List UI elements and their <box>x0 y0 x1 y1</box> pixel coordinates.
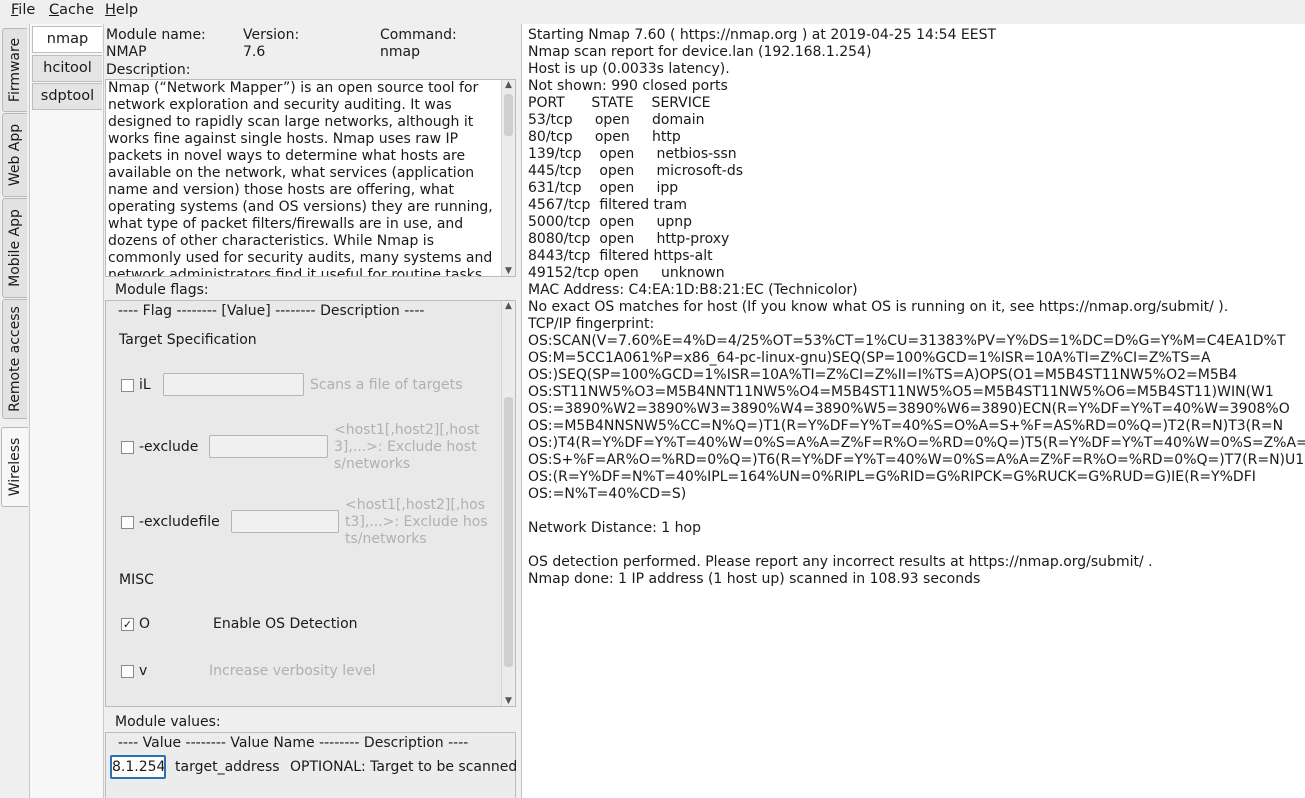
output-line: Starting Nmap 7.60 ( https://nmap.org ) … <box>528 27 997 43</box>
output-line: 53/tcp open domain <box>528 112 705 128</box>
output-line: 5000/tcp open upnp <box>528 214 693 230</box>
output-line: 631/tcp open ipp <box>528 180 679 196</box>
flag-il-label: iL <box>139 377 151 393</box>
tab-firmware[interactable]: Firmware <box>2 28 27 112</box>
output-line: OS:=N%T=40%CD=S) <box>528 486 687 502</box>
output-line: 445/tcp open microsoft-ds <box>528 163 744 179</box>
tab-wireless[interactable]: Wireless <box>1 427 28 507</box>
scroll-down-icon[interactable]: ▼ <box>502 266 515 276</box>
output-line: Network Distance: 1 hop <box>528 520 701 536</box>
command-label: Command: <box>380 27 457 43</box>
section-misc: MISC <box>119 572 154 588</box>
tab-remote-access[interactable]: Remote access <box>2 299 27 419</box>
flag-o-description: Enable OS Detection <box>213 616 358 632</box>
module-values-label: Module values: <box>115 714 221 730</box>
flag-il-input[interactable] <box>163 373 304 396</box>
scroll-up-icon[interactable]: ▲ <box>502 301 515 311</box>
output-line: OS:ST11NW5%O3=M5B4NNT11NW5%O4=M5B4ST11NW… <box>528 384 1274 400</box>
module-tabs: nmap hcitool sdptool <box>29 24 104 798</box>
output-line: Not shown: 990 closed ports <box>528 78 728 94</box>
flag-exclude-description: <host1[,host2][,host3],...>: Exclude hos… <box>334 422 480 472</box>
flag-exclude-label: -exclude <box>139 439 199 455</box>
flags-panel: ---- Flag -------- [Value] -------- Desc… <box>105 300 516 707</box>
tab-sdptool[interactable]: sdptool <box>32 83 102 110</box>
flag-v-label: v <box>139 663 148 679</box>
target-address-input[interactable]: 8.1.254 <box>110 755 166 779</box>
output-line: OS:=3890%W2=3890%W3=3890%W4=3890%W5=3890… <box>528 401 1290 417</box>
flag-exclude-input[interactable] <box>209 435 328 458</box>
output-line: OS:=M5B4NNSNW5%CC=N%Q=)T1(R=Y%DF=Y%T=40%… <box>528 418 1284 434</box>
flags-header: ---- Flag -------- [Value] -------- Desc… <box>118 303 425 319</box>
values-panel: ---- Value -------- Value Name -------- … <box>105 732 518 798</box>
command-value: nmap <box>380 44 420 60</box>
flag-il-description: Scans a file of targets <box>310 377 463 393</box>
scroll-up-icon[interactable]: ▲ <box>502 80 515 90</box>
menu-file-rest: ile <box>18 2 36 18</box>
target-address-description: OPTIONAL: Target to be scanned <box>290 759 518 775</box>
output-line: OS:SCAN(V=7.60%E=4%D=4/25%OT=53%CT=1%CU=… <box>528 333 1286 349</box>
module-flags-label: Module flags: <box>115 282 209 298</box>
output-line: OS:)SEQ(SP=100%GCD=1%ISR=10A%TI=Z%CI=Z%I… <box>528 367 1238 383</box>
menu-cache[interactable]: Cache <box>49 2 94 18</box>
flag-excludefile-input[interactable] <box>231 510 339 533</box>
flag-excludefile-description: <host1[,host2][,host3],...>: Exclude hos… <box>345 497 488 547</box>
flag-o-checkbox[interactable]: ✓ <box>121 618 134 631</box>
output-line: OS:M=5CC1A061%P=x86_64-pc-linux-gnu)SEQ(… <box>528 350 1211 366</box>
flag-v-checkbox[interactable] <box>121 665 134 678</box>
flag-o-label: O <box>139 616 151 632</box>
output-line: OS:)T4(R=Y%DF=Y%T=40%W=0%S=A%A=Z%F=R%O=%… <box>528 435 1305 451</box>
flag-exclude-checkbox[interactable] <box>121 441 134 454</box>
tab-mobile-app[interactable]: Mobile App <box>2 198 27 298</box>
flag-excludefile-label: -excludefile <box>139 514 220 530</box>
output-line: 49152/tcp open unknown <box>528 265 725 281</box>
category-tabs: Firmware Web App Mobile App Remote acces… <box>0 24 28 798</box>
module-name-label: Module name: <box>106 27 206 43</box>
flag-excludefile-checkbox[interactable] <box>121 516 134 529</box>
flag-v-description: Increase verbosity level <box>209 663 376 679</box>
output-line: 8080/tcp open http-proxy <box>528 231 730 247</box>
output-line: OS:(R=Y%DF=N%T=40%IPL=164%UN=0%RIPL=G%RI… <box>528 469 1256 485</box>
output-line: 80/tcp open http <box>528 129 681 145</box>
tab-web-app[interactable]: Web App <box>2 113 27 197</box>
flag-il-checkbox[interactable] <box>121 379 134 392</box>
output-text: Starting Nmap 7.60 ( https://nmap.org ) … <box>528 27 1305 588</box>
output-line: Nmap scan report for device.lan (192.168… <box>528 44 872 60</box>
description-scrollbar[interactable]: ▲ ▼ <box>501 80 515 276</box>
scroll-down-icon[interactable]: ▼ <box>502 696 515 706</box>
output-line: No exact OS matches for host (If you kno… <box>528 299 1229 315</box>
menu-file[interactable]: File <box>11 2 35 18</box>
version-value: 7.6 <box>243 44 266 60</box>
module-name-value: NMAP <box>106 44 147 60</box>
output-line: 8443/tcp filtered https-alt <box>528 248 713 264</box>
description-box[interactable]: Nmap (“Network Mapper”) is an open sourc… <box>105 79 516 277</box>
output-line: Nmap done: 1 IP address (1 host up) scan… <box>528 571 981 587</box>
output-line: PORT STATE SERVICE <box>528 95 711 111</box>
scrollbar-thumb[interactable] <box>504 94 513 136</box>
output-line: TCP/IP fingerprint: <box>528 316 655 332</box>
output-line: OS detection performed. Please report an… <box>528 554 1153 570</box>
section-target-spec: Target Specification <box>119 332 257 348</box>
output-pane[interactable]: Starting Nmap 7.60 ( https://nmap.org ) … <box>521 24 1305 798</box>
target-address-name: target_address <box>175 759 280 775</box>
version-label: Version: <box>243 27 300 43</box>
tab-hcitool[interactable]: hcitool <box>32 55 102 82</box>
tab-nmap[interactable]: nmap <box>32 26 102 53</box>
menu-bar: File Cache Help <box>0 0 1305 22</box>
output-line: OS:S+%F=AR%O=%RD=0%Q=)T6(R=Y%DF=Y%T=40%W… <box>528 452 1305 468</box>
description-text: Nmap (“Network Mapper”) is an open sourc… <box>108 80 493 277</box>
values-header: ---- Value -------- Value Name -------- … <box>118 735 469 751</box>
output-line: 4567/tcp filtered tram <box>528 197 687 213</box>
menu-help[interactable]: Help <box>105 2 138 18</box>
scrollbar-thumb[interactable] <box>504 397 513 667</box>
output-line: 139/tcp open netbios-ssn <box>528 146 737 162</box>
output-line: Host is up (0.0033s latency). <box>528 61 730 77</box>
flags-scrollbar[interactable]: ▲ ▼ <box>501 301 515 706</box>
description-label: Description: <box>106 62 191 78</box>
output-line: MAC Address: C4:EA:1D:B8:21:EC (Technico… <box>528 282 858 298</box>
